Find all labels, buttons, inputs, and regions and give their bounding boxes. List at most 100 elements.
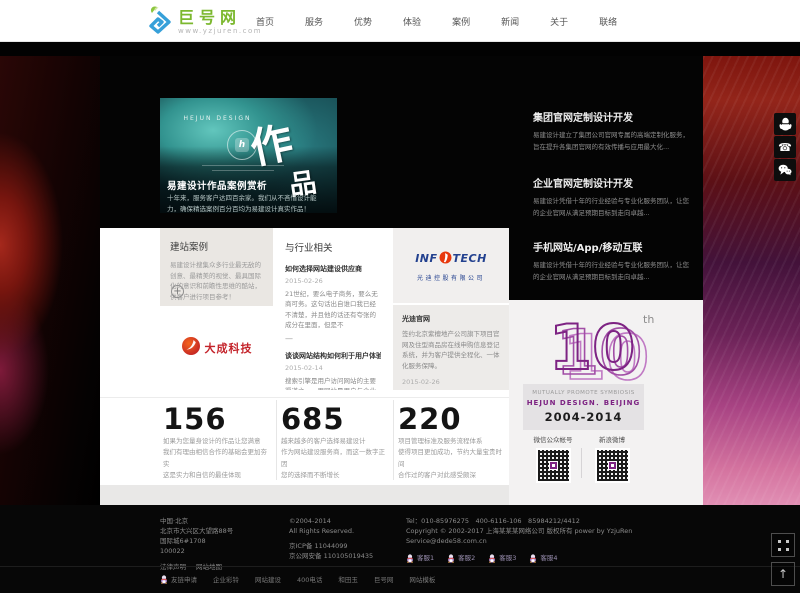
article-date: 2015-02-14 [285,364,381,372]
footer-contact-column: Tel：010-85976275 400-6116-106 85984212/4… [406,516,632,563]
service-title[interactable]: 手机网站/App/移动互联 [533,239,693,254]
service-title[interactable]: 集团官网定制设计开发 [533,109,693,124]
service-block-group-site: 集团官网定制设计开发 易建设计建立了集团公司官网专属的高端定制化服务，旨在提升各… [533,109,693,153]
qq-penguin-icon [488,554,496,563]
main-nav: 首页 服务 优势 体验 案例 新闻 关于 联络 [256,0,617,42]
qq-service-label: 客服3 [499,553,516,563]
qq-service-label: 客服2 [458,553,475,563]
nav-item-home[interactable]: 首页 [256,15,274,28]
wechat-qr-code [538,450,569,481]
wechat-icon [778,164,792,176]
qq-service-row: 客服1 客服2 客服3 客服4 [406,553,632,563]
qq-service-2[interactable]: 客服2 [447,553,475,563]
wechat-contact-button[interactable] [774,159,796,181]
friend-link[interactable]: 400电话 [297,574,322,584]
nav-item-services[interactable]: 服务 [305,15,323,28]
nav-item-news[interactable]: 新闻 [501,15,519,28]
anniversary-brand: HEJUN DESIGN．BEIJING [523,398,644,408]
stat-text-line: 您的选择而不断增长 [281,470,391,481]
service-title[interactable]: 企业官网定制设计开发 [533,175,693,190]
logo-url: www.yzjuren.com [178,27,262,35]
footer-copyright-text: Copyright © 2002-2017 上海某某某网络公司 版权所有 pow… [406,526,632,536]
friend-link[interactable]: 和田玉 [338,574,358,584]
qr-center-logo [549,461,558,470]
qq-service-4[interactable]: 客服4 [529,553,557,563]
qq-service-label: 客服4 [540,553,557,563]
qq-service-label: 客服1 [417,553,434,563]
dacheng-logo-text: 大成科技 [205,340,253,356]
industry-news-column: 与行业相关 如何选择网站建设供应商 2015-02-26 21世纪，要么电子商务… [275,228,391,390]
stat-text-line: 项目管理标准及服务流程体系 [398,436,508,447]
stat-text-line: 越来越多的客户选择易建设计 [281,436,391,447]
infotech-logo-text-right: TECH [453,252,487,265]
nav-item-contact[interactable]: 联络 [599,15,617,28]
friend-link[interactable]: 企业彩铃 [213,574,239,584]
banner-title: 易建设计作品案例赏析 [167,178,267,192]
nav-item-experience[interactable]: 体验 [403,15,421,28]
page: 巨号网 www.yzjuren.com 首页 服务 优势 体验 案例 新闻 关于… [0,0,800,593]
anniversary-years: 2004-2014 [523,410,644,424]
wechat-qr-block: 微信公众帐号 [525,434,581,481]
svg-text:10: 10 [549,311,635,384]
friend-link-label: 友链申请 [171,574,197,584]
infotech-logo-disc-icon [439,249,452,268]
hejun-logo-mark: h [235,138,249,152]
stat-text-line: 这是实力和自信的最佳体现 [163,470,273,481]
footer-email[interactable]: Service@dede58.com.cn [406,536,632,546]
phone-icon: ☎ [778,142,792,153]
showcase-banner[interactable]: HEJUN DESIGN h 作 品 易建设计作品案例赏析 十年来，服务客户达四… [160,98,337,213]
article-excerpt: 21世纪，要么电子商务，要么无商可务。这句话出自谁口我已经不清楚，并且他的话还有… [285,289,381,331]
tenth-anniversary-logo: 10 10 10 th [541,309,666,391]
news-heading: 与行业相关 [285,240,381,254]
client-card-dacheng[interactable]: 大成科技 [160,306,273,390]
stats-vertical-divider [276,400,277,480]
friend-link[interactable]: 巨号网 [374,574,394,584]
footer-copyright-column: ©2004-2014 All Rights Reserved. 京ICP备 11… [289,516,373,561]
phone-contact-button[interactable]: ☎ [774,136,796,158]
qq-service-3[interactable]: 客服3 [488,553,516,563]
legal-notice-link[interactable]: 法律声明 [160,562,186,572]
police-number[interactable]: 京公网安备 110105019435 [289,551,373,561]
footer-line: 中国·北京 [160,516,233,526]
banner-description: 十年来，服务客户达四百余家。我们从不吝惜设计能力，确保精选案例百分百均为易建设计… [167,193,319,213]
more-cases-button[interactable]: + [171,285,184,298]
qq-service-1[interactable]: 客服1 [406,553,434,563]
sitemap-link[interactable]: 网站地图 [196,562,222,572]
footer-line: ©2004-2014 [289,516,373,526]
service-block-corporate-site: 企业官网定制设计开发 易建设计凭借十年的行业经验与专业化服务团队，让您的企业官网… [533,175,693,219]
friend-links-row: 友链申请 企业彩铃 网站建设 400电话 和田玉 巨号网 网站模板 [160,574,435,584]
news-article: 如何选择网站建设供应商 2015-02-26 21世纪，要么电子商务，要么无商可… [285,264,381,343]
footer-line: All Rights Reserved. [289,526,373,536]
svg-text:th: th [643,313,654,326]
friend-link[interactable]: 网站模板 [409,574,435,584]
nav-item-cases[interactable]: 案例 [452,15,470,28]
logo-icon [143,4,173,40]
wechat-qr-label: 微信公众帐号 [525,434,581,444]
article-excerpt: 签约北京紫檀地产公司旗下项目官网及住型商品房在线申购信息登记系统，并为客户提供全… [402,329,500,372]
article-date: 2015-02-26 [402,378,500,386]
up-arrow-icon: ↑ [778,568,788,580]
friend-link-apply[interactable]: 友链申请 [160,574,197,584]
case-intro-card: 建站案例 易建设计搜集众多行业最无敌的创意、最精美的视觉、最具国际化的意识和前瞻… [160,228,273,306]
weibo-qr-block: 新浪微博 [584,434,640,481]
article-title[interactable]: 光迪官网 [402,314,500,324]
nav-item-advantage[interactable]: 优势 [354,15,372,28]
client-card-infotech[interactable]: INF TECH 光迪控股有限公司 [393,228,509,303]
qq-contact-button[interactable] [774,113,796,135]
qq-penguin-icon [160,575,168,584]
fullscreen-button[interactable] [771,533,795,557]
article-title[interactable]: 如何选择网站建设供应商 [285,264,381,274]
infotech-logo-text-left: INF [415,252,437,265]
article-more-dash[interactable]: — [285,334,381,343]
service-description: 易建设计建立了集团公司官网专属的高端定制化服务，旨在提升各集团官网的有效传播与应… [533,130,693,153]
back-to-top-button[interactable]: ↑ [771,562,795,586]
friend-link[interactable]: 网站建设 [255,574,281,584]
header: 巨号网 www.yzjuren.com 首页 服务 优势 体验 案例 新闻 关于… [0,0,800,42]
qq-penguin-icon [529,554,537,563]
icp-number[interactable]: 京ICP备 11044099 [289,541,373,551]
nav-item-about[interactable]: 关于 [550,15,568,28]
article-title[interactable]: 谈谈网站结构如何利于用户体验... [285,351,381,361]
qr-divider [581,448,582,478]
article-date: 2015-02-26 [285,277,381,285]
site-logo[interactable]: 巨号网 www.yzjuren.com [143,4,262,40]
